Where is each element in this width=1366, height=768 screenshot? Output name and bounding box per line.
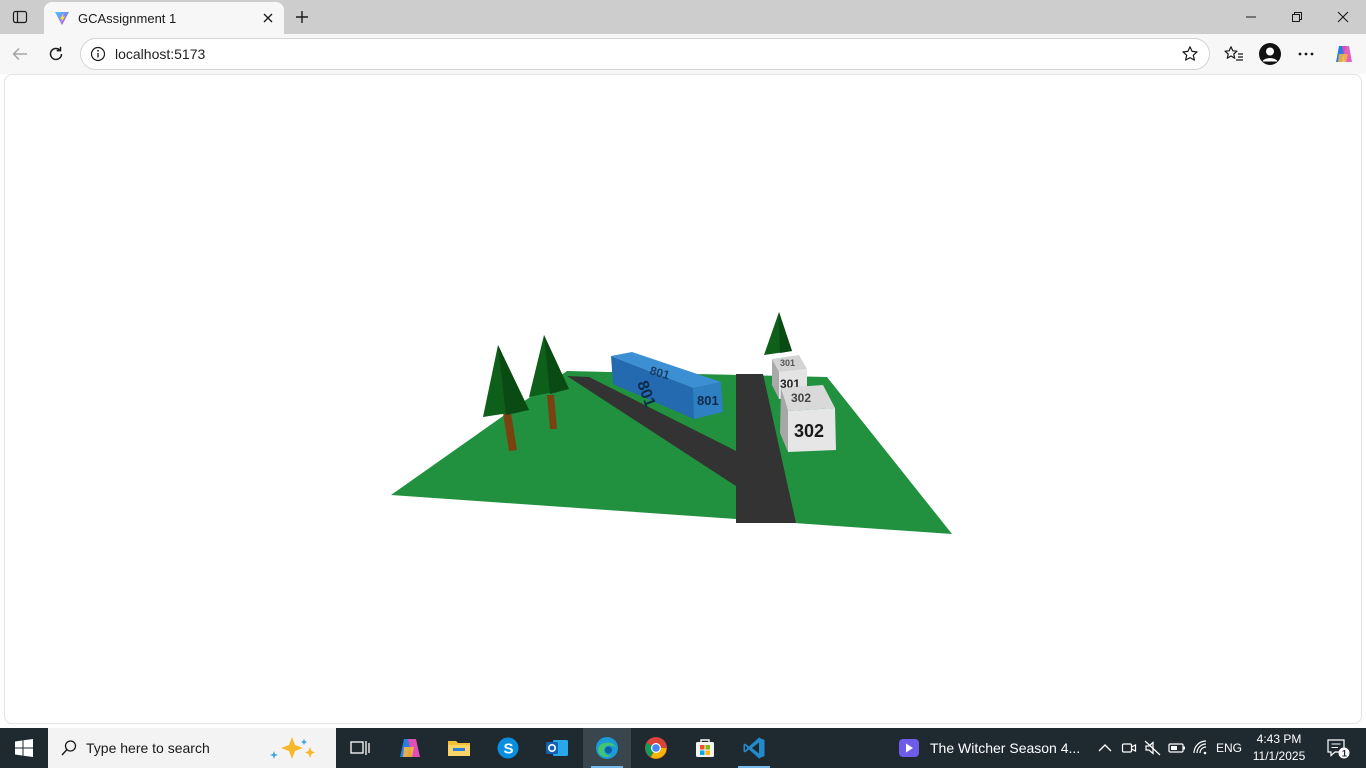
show-hidden-icons-button[interactable] <box>1093 728 1117 768</box>
container-end-label: 801 <box>697 393 719 408</box>
battery-icon <box>1168 743 1185 753</box>
taskbar-search-box[interactable]: Type here to search <box>48 728 336 768</box>
wifi-icon <box>1193 740 1207 755</box>
search-highlight-sparkle-icon <box>270 737 315 759</box>
tree-right-foliage-shade <box>779 312 792 353</box>
media-player-icon <box>899 739 919 757</box>
favorites-button[interactable] <box>1218 38 1250 70</box>
svg-text:S: S <box>504 741 514 758</box>
restore-icon <box>1292 12 1302 22</box>
vscode-icon <box>743 737 765 759</box>
taskbar-microsoft-store[interactable] <box>681 728 729 768</box>
tray-volume[interactable] <box>1141 728 1165 768</box>
browser-tab-active[interactable]: GCAssignment 1 <box>44 2 284 34</box>
tab-close-button[interactable] <box>256 6 280 30</box>
taskbar-vscode[interactable] <box>730 728 778 768</box>
chevron-up-icon <box>1098 744 1112 752</box>
taskbar-skype[interactable]: S <box>484 728 532 768</box>
close-window-button[interactable] <box>1320 0 1366 34</box>
new-tab-button[interactable] <box>288 3 316 31</box>
volume-muted-icon <box>1144 740 1161 756</box>
notification-center-button[interactable]: 1 <box>1318 728 1358 768</box>
close-icon <box>263 13 273 23</box>
tab-actions-icon <box>12 10 28 24</box>
taskbar-edge[interactable] <box>583 728 631 768</box>
plus-icon <box>296 11 308 23</box>
avatar-icon <box>1259 43 1281 65</box>
close-window-icon <box>1337 11 1349 23</box>
taskbar-file-explorer[interactable] <box>435 728 483 768</box>
edge-icon <box>596 737 618 759</box>
favorites-icon <box>1224 46 1243 61</box>
chrome-icon <box>645 737 667 759</box>
tray-clock[interactable]: 4:43 PM 11/1/2025 <box>1248 731 1310 765</box>
windows-logo-icon <box>15 739 33 757</box>
tab-actions-button[interactable] <box>6 4 34 30</box>
site-info-button[interactable] <box>83 39 113 69</box>
start-button[interactable] <box>0 728 48 768</box>
taskbar-task-view[interactable] <box>336 728 384 768</box>
settings-more-button[interactable] <box>1290 38 1322 70</box>
store-icon <box>696 739 714 757</box>
folder-icon <box>448 741 470 756</box>
windows-taskbar: Type here to search S The Witcher Season… <box>0 728 1366 768</box>
minimize-icon <box>1246 16 1256 18</box>
copilot-icon <box>400 739 420 757</box>
restore-button[interactable] <box>1274 0 1320 34</box>
clock-date: 11/1/2025 <box>1252 749 1306 763</box>
tray-network[interactable] <box>1189 728 1213 768</box>
box-301-top-label: 301 <box>780 358 795 368</box>
tray-language[interactable]: ENG <box>1216 728 1242 768</box>
clock-time: 4:43 PM <box>1256 732 1302 746</box>
copilot-button[interactable] <box>1328 38 1360 70</box>
outlook-icon <box>546 740 568 756</box>
media-title: The Witcher Season 4... <box>930 740 1081 756</box>
task-view-icon <box>350 741 370 755</box>
tray-battery[interactable] <box>1165 728 1189 768</box>
search-icon <box>61 740 77 756</box>
camera-icon <box>1121 743 1137 753</box>
skype-icon: S <box>497 737 519 759</box>
address-bar[interactable]: localhost:5173 <box>80 38 1210 70</box>
browser-toolbar: localhost:5173 <box>0 34 1366 74</box>
taskbar-copilot[interactable] <box>386 728 434 768</box>
notification-icon: 1 <box>1327 739 1350 759</box>
refresh-icon <box>49 46 63 61</box>
taskbar-chrome[interactable] <box>632 728 680 768</box>
star-icon <box>1182 46 1198 61</box>
taskbar-media-widget[interactable]: The Witcher Season 4... <box>894 728 1094 768</box>
tray-meet-now[interactable] <box>1117 728 1141 768</box>
copilot-icon <box>1336 46 1352 62</box>
more-dots-icon <box>1298 52 1314 56</box>
refresh-button[interactable] <box>40 38 72 70</box>
profile-button[interactable] <box>1254 38 1286 70</box>
page-viewport[interactable]: 801 801 801 301 301 302 302 <box>4 74 1362 724</box>
taskbar-outlook[interactable] <box>533 728 581 768</box>
tab-strip: GCAssignment 1 <box>0 0 1366 34</box>
address-url[interactable]: localhost:5173 <box>115 46 1175 62</box>
arrow-left-icon <box>12 47 27 61</box>
tab-title: GCAssignment 1 <box>78 10 177 26</box>
info-icon <box>90 46 106 62</box>
notification-count-badge: 1 <box>1342 749 1347 759</box>
taskbar-search-placeholder: Type here to search <box>86 740 210 756</box>
box-302-top-label: 302 <box>791 391 811 405</box>
box-302-front-label: 302 <box>794 421 824 441</box>
minimize-button[interactable] <box>1228 0 1274 34</box>
vite-favicon-icon <box>55 12 69 25</box>
three-d-scene-canvas[interactable]: 801 801 801 301 301 302 302 <box>5 75 1362 724</box>
favorite-star-button[interactable] <box>1175 39 1205 69</box>
back-button[interactable] <box>4 38 36 70</box>
